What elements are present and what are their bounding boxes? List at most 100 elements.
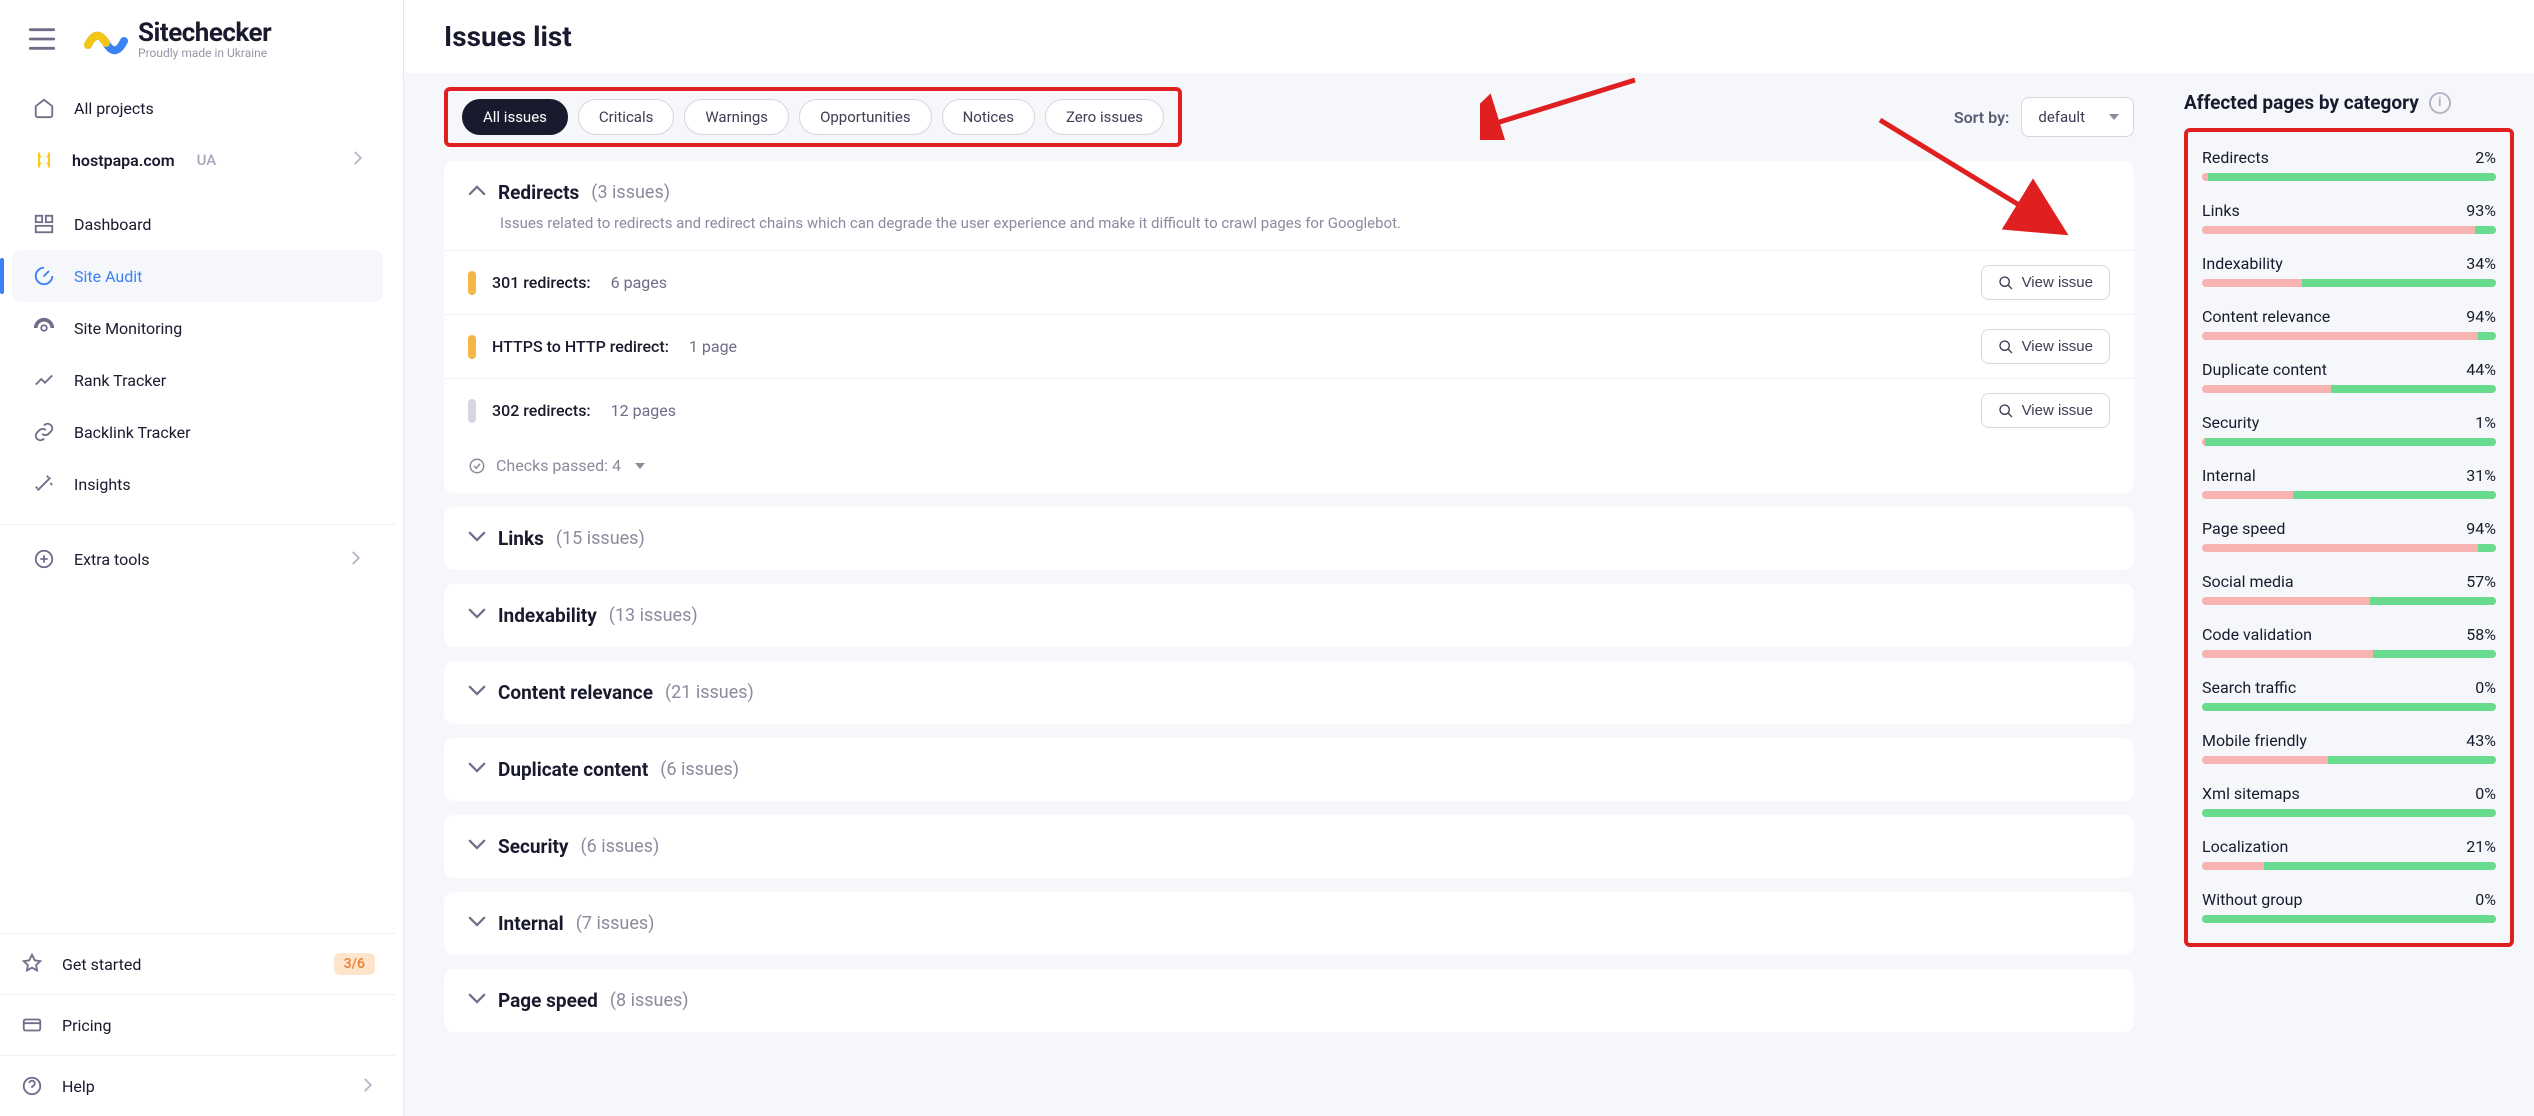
category-name: Social media xyxy=(2202,572,2294,591)
category-item[interactable]: Social media 57% xyxy=(2202,564,2496,617)
sidebar-item-dashboard[interactable]: Dashboard xyxy=(12,198,383,250)
category-percent: 94% xyxy=(2466,307,2496,326)
category-item[interactable]: Security 1% xyxy=(2202,405,2496,458)
severity-indicator xyxy=(468,399,476,423)
issue-group-header[interactable]: Redirects (3 issues) xyxy=(444,161,2134,208)
sidebar-item-label: Backlink Tracker xyxy=(74,423,363,442)
category-item[interactable]: Code validation 58% xyxy=(2202,617,2496,670)
group-title: Links xyxy=(498,527,544,550)
issue-group: Page speed (8 issues) xyxy=(444,969,2134,1032)
get-started-badge: 3/6 xyxy=(334,953,375,975)
filter-pill-warnings[interactable]: Warnings xyxy=(684,99,789,135)
category-name: Redirects xyxy=(2202,148,2269,167)
sidebar-item-site-audit[interactable]: Site Audit xyxy=(12,250,383,302)
sidebar-project-selector[interactable]: hostpapa.com UA xyxy=(12,134,383,186)
filter-pill-all[interactable]: All issues xyxy=(462,99,568,135)
category-item[interactable]: Search traffic 0% xyxy=(2202,670,2496,723)
sidebar-item-extra-tools[interactable]: Extra tools xyxy=(12,533,383,585)
view-issue-button[interactable]: View issue xyxy=(1981,265,2110,300)
category-bar xyxy=(2202,809,2496,817)
issue-row[interactable]: 302 redirects: 12 pages View issue xyxy=(444,378,2134,442)
logo[interactable]: Sitechecker Proudly made in Ukraine xyxy=(84,18,271,60)
group-count: (15 issues) xyxy=(556,528,645,549)
category-percent: 94% xyxy=(2466,519,2496,538)
issue-group-header[interactable]: Indexability (13 issues) xyxy=(444,584,2134,647)
category-name: Internal xyxy=(2202,466,2256,485)
category-bar xyxy=(2202,650,2496,658)
view-issue-button[interactable]: View issue xyxy=(1981,329,2110,364)
sidebar-item-pricing[interactable]: Pricing xyxy=(0,994,395,1055)
filter-pill-opportunities[interactable]: Opportunities xyxy=(799,99,932,135)
issue-group-header[interactable]: Page speed (8 issues) xyxy=(444,969,2134,1032)
category-name: Indexability xyxy=(2202,254,2283,273)
sort-by-select[interactable]: default xyxy=(2021,97,2134,137)
category-bar xyxy=(2202,544,2496,552)
category-item[interactable]: Indexability 34% xyxy=(2202,246,2496,299)
issue-name: 302 redirects: xyxy=(492,401,591,420)
chevron-right-icon xyxy=(349,550,363,569)
category-item[interactable]: Links 93% xyxy=(2202,193,2496,246)
plus-circle-icon xyxy=(32,547,56,571)
logo-icon xyxy=(84,19,128,59)
group-title: Page speed xyxy=(498,989,598,1012)
dashboard-icon xyxy=(32,212,56,236)
sidebar-item-label: Insights xyxy=(74,475,363,494)
sidebar-item-get-started[interactable]: Get started 3/6 xyxy=(0,933,395,994)
view-issue-button[interactable]: View issue xyxy=(1981,393,2110,428)
info-icon[interactable]: i xyxy=(2429,92,2451,114)
project-icon xyxy=(32,148,56,172)
checks-passed-toggle[interactable]: Checks passed: 4 xyxy=(444,442,2134,493)
category-item[interactable]: Mobile friendly 43% xyxy=(2202,723,2496,776)
group-count: (13 issues) xyxy=(609,605,698,626)
search-icon xyxy=(1998,275,2014,291)
hamburger-menu-icon[interactable] xyxy=(28,25,56,53)
issue-group-header[interactable]: Links (15 issues) xyxy=(444,507,2134,570)
issue-row[interactable]: 301 redirects: 6 pages View issue xyxy=(444,250,2134,314)
sidebar-item-label: Dashboard xyxy=(74,215,363,234)
sidebar-item-help[interactable]: Help xyxy=(0,1055,395,1116)
category-item[interactable]: Redirects 2% xyxy=(2202,140,2496,193)
issue-group-header[interactable]: Duplicate content (6 issues) xyxy=(444,738,2134,801)
issue-pages: 1 page xyxy=(689,337,737,356)
issue-group-header[interactable]: Content relevance (21 issues) xyxy=(444,661,2134,724)
sidebar-item-backlink-tracker[interactable]: Backlink Tracker xyxy=(12,406,383,458)
category-bar xyxy=(2202,491,2496,499)
category-name: Duplicate content xyxy=(2202,360,2327,379)
category-percent: 31% xyxy=(2466,466,2496,485)
chevron-down-icon xyxy=(468,761,486,779)
sidebar-item-site-monitoring[interactable]: Site Monitoring xyxy=(12,302,383,354)
filter-pill-zero[interactable]: Zero issues xyxy=(1045,99,1164,135)
view-issue-label: View issue xyxy=(2022,402,2093,419)
issue-group-header[interactable]: Security (6 issues) xyxy=(444,815,2134,878)
chevron-down-icon xyxy=(468,992,486,1010)
trend-icon xyxy=(32,368,56,392)
group-title: Duplicate content xyxy=(498,758,648,781)
sidebar-item-rank-tracker[interactable]: Rank Tracker xyxy=(12,354,383,406)
filter-pill-notices[interactable]: Notices xyxy=(942,99,1035,135)
filter-pill-criticals[interactable]: Criticals xyxy=(578,99,674,135)
category-name: Security xyxy=(2202,413,2259,432)
issue-row[interactable]: HTTPS to HTTP redirect: 1 page View issu… xyxy=(444,314,2134,378)
category-item[interactable]: Content relevance 94% xyxy=(2202,299,2496,352)
sidebar-item-label: Get started xyxy=(62,955,316,974)
issue-group-header[interactable]: Internal (7 issues) xyxy=(444,892,2134,955)
category-item[interactable]: Without group 0% xyxy=(2202,882,2496,935)
home-icon xyxy=(32,96,56,120)
category-percent: 43% xyxy=(2466,731,2496,750)
sidebar-item-all-projects[interactable]: All projects xyxy=(12,82,383,134)
category-item[interactable]: Internal 31% xyxy=(2202,458,2496,511)
help-icon xyxy=(20,1074,44,1098)
sidebar-item-insights[interactable]: Insights xyxy=(12,458,383,510)
category-item[interactable]: Xml sitemaps 0% xyxy=(2202,776,2496,829)
category-item[interactable]: Page speed 94% xyxy=(2202,511,2496,564)
issue-name: 301 redirects: xyxy=(492,273,591,292)
group-count: (3 issues) xyxy=(591,182,670,203)
category-bar xyxy=(2202,279,2496,287)
category-item[interactable]: Localization 21% xyxy=(2202,829,2496,882)
category-percent: 2% xyxy=(2475,148,2496,167)
category-bar xyxy=(2202,226,2496,234)
issue-group: Duplicate content (6 issues) xyxy=(444,738,2134,801)
category-item[interactable]: Duplicate content 44% xyxy=(2202,352,2496,405)
magic-wand-icon xyxy=(32,472,56,496)
chevron-right-icon xyxy=(361,1077,375,1096)
